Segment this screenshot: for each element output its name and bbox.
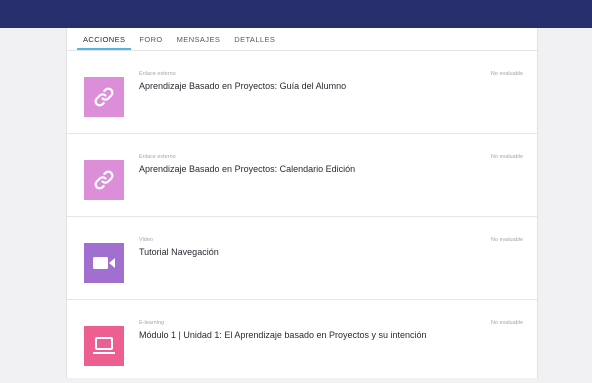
activity-thumbnail [84, 326, 124, 366]
activity-type: Enlace externo [139, 154, 176, 160]
activity-item[interactable]: Enlace externo Aprendizaje Basado en Pro… [67, 134, 537, 217]
tab-acciones[interactable]: ACCIONES [77, 35, 132, 50]
link-icon [94, 87, 114, 107]
activity-thumbnail [84, 77, 124, 117]
tab-bar: ACCIONES FORO MENSAJES DETALLES [67, 28, 537, 51]
evaluation-status: No evaluable [490, 154, 523, 160]
evaluation-status: No evaluable [490, 320, 523, 326]
activity-item[interactable]: Enlace externo Aprendizaje Basado en Pro… [67, 51, 537, 134]
video-camera-icon [93, 257, 115, 269]
activity-type: E-learning [139, 320, 165, 326]
activity-title[interactable]: Tutorial Navegación [139, 247, 219, 257]
top-navigation-bar [0, 0, 592, 28]
activity-item[interactable]: Video Tutorial Navegación No evaluable [67, 217, 537, 300]
evaluation-status: No evaluable [490, 71, 523, 77]
laptop-icon [93, 337, 115, 354]
activity-title[interactable]: Módulo 1 | Unidad 1: El Aprendizaje basa… [139, 330, 427, 340]
course-content-panel: ACCIONES FORO MENSAJES DETALLES Enlace e… [66, 28, 538, 378]
link-icon [94, 170, 114, 190]
tab-detalles[interactable]: DETALLES [228, 35, 281, 50]
activity-thumbnail [84, 160, 124, 200]
activity-type: Enlace externo [139, 71, 176, 77]
evaluation-status: No evaluable [490, 237, 523, 243]
tab-mensajes[interactable]: MENSAJES [171, 35, 227, 50]
activity-title[interactable]: Aprendizaje Basado en Proyectos: Guía de… [139, 81, 346, 91]
tab-foro[interactable]: FORO [133, 35, 168, 50]
activity-type: Video [139, 237, 153, 243]
activity-title[interactable]: Aprendizaje Basado en Proyectos: Calenda… [139, 164, 355, 174]
activity-thumbnail [84, 243, 124, 283]
activity-item[interactable]: E-learning Módulo 1 | Unidad 1: El Apren… [67, 300, 537, 383]
